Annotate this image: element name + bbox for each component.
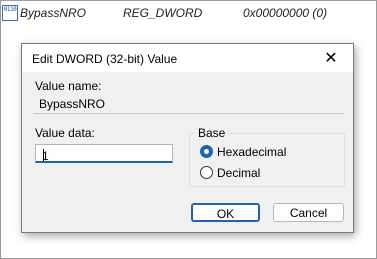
value-name-field: BypassNRO xyxy=(34,94,344,114)
registry-value-data: 0x00000000 (0) xyxy=(243,6,328,20)
decimal-radio[interactable] xyxy=(200,166,213,179)
dialog-title: Edit DWORD (32-bit) Value xyxy=(32,52,178,66)
value-data-input[interactable]: 1 xyxy=(35,144,173,163)
decimal-label[interactable]: Decimal xyxy=(217,166,260,180)
registry-value-type: REG_DWORD xyxy=(123,6,203,20)
base-groupbox xyxy=(189,133,345,187)
value-name-label: Value name: xyxy=(35,79,102,93)
binary-value-icon: 0110 xyxy=(2,5,18,21)
hexadecimal-label[interactable]: Hexadecimal xyxy=(217,145,286,159)
cancel-button[interactable]: Cancel xyxy=(273,203,344,222)
hexadecimal-radio[interactable] xyxy=(200,145,213,158)
value-name-text: BypassNRO xyxy=(39,97,106,111)
registry-value-name: BypassNRO xyxy=(20,6,87,20)
ok-button[interactable]: OK xyxy=(191,203,260,222)
registry-value-row[interactable]: 0110 BypassNRO REG_DWORD 0x00000000 (0) xyxy=(0,0,377,26)
close-icon[interactable]: ✕ xyxy=(309,44,353,72)
base-group-label: Base xyxy=(195,126,229,140)
edit-dword-dialog: Edit DWORD (32-bit) Value ✕ Value name: … xyxy=(21,43,354,233)
dialog-titlebar[interactable]: Edit DWORD (32-bit) Value ✕ xyxy=(22,44,353,72)
value-data-label: Value data: xyxy=(35,126,95,140)
text-caret xyxy=(43,149,44,161)
